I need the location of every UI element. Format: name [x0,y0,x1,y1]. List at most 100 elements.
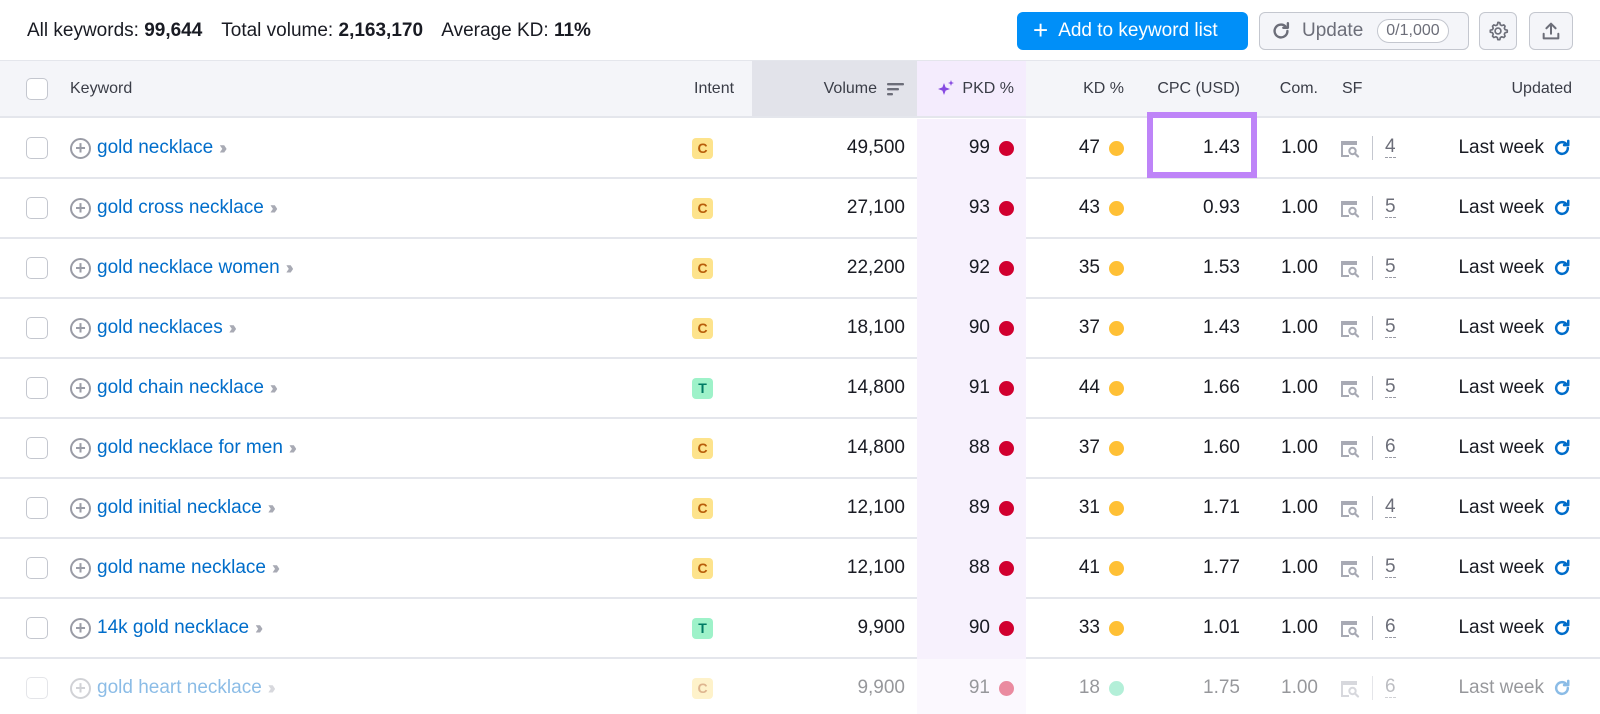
sf-count[interactable]: 5 [1385,377,1396,398]
plus-icon: + [1033,14,1049,45]
refresh-icon[interactable] [1552,438,1572,458]
serp-features-icon[interactable] [1338,498,1360,518]
refresh-icon[interactable] [1552,138,1572,158]
double-chevron-icon[interactable]: ›› [255,618,263,639]
serp-features-icon[interactable] [1338,378,1360,398]
refresh-icon[interactable] [1552,498,1572,518]
pkd-cell: 88 [917,539,1014,597]
add-to-keyword-list-button[interactable]: + Add to keyword list [1017,12,1248,50]
row-checkbox[interactable] [26,617,48,639]
row-checkbox[interactable] [26,137,48,159]
row-checkbox[interactable] [26,317,48,339]
keyword-link[interactable]: gold necklace for men [97,437,283,459]
double-chevron-icon[interactable]: ›› [289,438,297,459]
add-keyword-icon[interactable]: + [70,617,91,639]
keyword-cell: + gold cross necklace ›› [70,179,278,237]
sf-count[interactable]: 6 [1385,437,1396,458]
sf-count[interactable]: 5 [1385,257,1396,278]
keyword-link[interactable]: gold heart necklace [97,677,262,699]
refresh-icon[interactable] [1552,618,1572,638]
refresh-icon[interactable] [1552,198,1572,218]
select-all-checkbox[interactable] [26,77,48,100]
add-keyword-icon[interactable]: + [70,317,91,339]
serp-features-icon[interactable] [1338,138,1360,158]
keyword-link[interactable]: gold name necklace [97,557,266,579]
keyword-cell: + 14k gold necklace ›› [70,599,263,657]
export-button[interactable] [1529,12,1573,50]
column-sf[interactable]: SF [1342,61,1362,116]
keyword-link[interactable]: gold necklaces [97,317,223,339]
column-cpc[interactable]: CPC (USD) [1140,61,1240,116]
double-chevron-icon[interactable]: ›› [286,258,294,279]
column-intent[interactable]: Intent [694,61,734,116]
row-checkbox[interactable] [26,377,48,399]
updated-cell: Last week [1420,419,1572,477]
add-keyword-icon[interactable]: + [70,137,91,159]
serp-features-icon[interactable] [1338,198,1360,218]
kd-value: 31 [1078,497,1100,518]
sf-cell: 6 [1338,659,1396,714]
keyword-link[interactable]: gold necklace women [97,257,280,279]
column-volume[interactable]: Volume [752,61,917,116]
double-chevron-icon[interactable]: ›› [270,378,278,399]
refresh-icon[interactable] [1552,258,1572,278]
sf-count[interactable]: 6 [1385,617,1396,638]
updated-cell: Last week [1420,239,1572,297]
refresh-icon[interactable] [1552,558,1572,578]
double-chevron-icon[interactable]: ›› [272,558,280,579]
cpc-value: 1.66 [1203,377,1240,398]
sf-count[interactable]: 4 [1385,137,1396,158]
refresh-icon[interactable] [1552,318,1572,338]
add-keyword-icon[interactable]: + [70,677,91,699]
add-keyword-icon[interactable]: + [70,257,91,279]
update-button[interactable]: Update 0/1,000 [1259,12,1469,50]
column-updated[interactable]: Updated [1450,61,1573,116]
sf-count[interactable]: 6 [1385,677,1396,698]
keyword-link[interactable]: gold cross necklace [97,197,264,219]
intent-cell: T [692,599,713,657]
row-checkbox[interactable] [26,557,48,579]
pkd-value: 92 [968,257,990,278]
add-keyword-icon[interactable]: + [70,377,91,399]
row-checkbox[interactable] [26,437,48,459]
settings-button[interactable] [1479,12,1517,50]
serp-features-icon[interactable] [1338,678,1360,698]
sf-count[interactable]: 4 [1385,497,1396,518]
sf-count[interactable]: 5 [1385,317,1396,338]
column-keyword[interactable]: Keyword [70,61,132,116]
keyword-link[interactable]: 14k gold necklace [97,617,249,639]
refresh-icon[interactable] [1552,378,1572,398]
table-row: + gold initial necklace ›› C 12,100 89 3… [0,479,1600,539]
sf-count[interactable]: 5 [1385,197,1396,218]
add-keyword-icon[interactable]: + [70,197,91,219]
keyword-link[interactable]: gold necklace [97,137,213,159]
serp-features-icon[interactable] [1338,258,1360,278]
refresh-icon[interactable] [1552,678,1572,698]
serp-features-icon[interactable] [1338,318,1360,338]
add-keyword-icon[interactable]: + [70,557,91,579]
serp-features-icon[interactable] [1338,558,1360,578]
row-checkbox[interactable] [26,257,48,279]
kd-difficulty-dot [1109,680,1124,696]
row-checkbox[interactable] [26,497,48,519]
double-chevron-icon[interactable]: ›› [219,138,227,159]
double-chevron-icon[interactable]: ›› [268,678,276,699]
serp-features-icon[interactable] [1338,438,1360,458]
add-keyword-icon[interactable]: + [70,437,91,459]
column-kd[interactable]: KD % [1026,61,1124,116]
kd-value: 41 [1078,557,1100,578]
serp-features-icon[interactable] [1338,618,1360,638]
column-pkd[interactable]: PKD % [917,61,1026,116]
add-keyword-icon[interactable]: + [70,497,91,519]
row-checkbox[interactable] [26,677,48,699]
double-chevron-icon[interactable]: ›› [229,318,237,339]
add-to-keyword-list-label: Add to keyword list [1058,20,1218,41]
double-chevron-icon[interactable]: ›› [270,198,278,219]
double-chevron-icon[interactable]: ›› [268,498,276,519]
column-com[interactable]: Com. [1250,61,1318,116]
row-checkbox[interactable] [26,197,48,219]
keyword-link[interactable]: gold initial necklace [97,497,262,519]
column-volume-label: Volume [823,79,877,97]
keyword-link[interactable]: gold chain necklace [97,377,264,399]
sf-count[interactable]: 5 [1385,557,1396,578]
